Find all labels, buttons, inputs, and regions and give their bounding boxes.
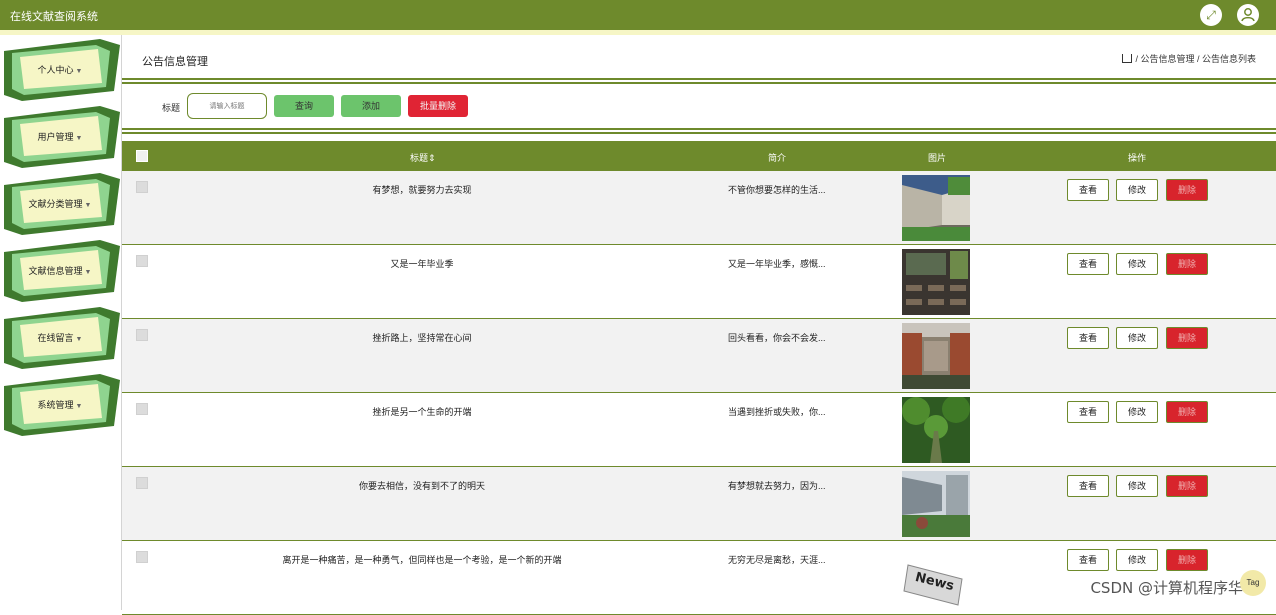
row-title: 你要去相信，没有到不了的明天 — [122, 479, 722, 492]
edit-button[interactable]: 修改 — [1116, 549, 1158, 571]
divider — [122, 128, 1276, 134]
row-image — [902, 175, 970, 241]
watermark: CSDN @计算机程序华哥 — [1090, 577, 1258, 598]
breadcrumb-text: / 公告信息管理 / 公告信息列表 — [1135, 54, 1256, 64]
home-icon[interactable] — [1122, 54, 1132, 63]
chevron-down-icon: ▼ — [85, 202, 92, 209]
sidebar-item-category-management[interactable]: 文献分类管理▼ — [2, 171, 120, 237]
sidebar-item-label: 系统管理 — [38, 400, 74, 410]
batch-delete-button[interactable]: 批量删除 — [408, 95, 468, 117]
sort-icon: ⇕ — [428, 153, 436, 163]
sidebar-item-document-management[interactable]: 文献信息管理▼ — [2, 238, 120, 304]
header-image: 图片 — [928, 151, 946, 164]
sidebar-item-label: 在线留言 — [38, 333, 74, 343]
app-title: 在线文献查阅系统 — [10, 8, 98, 24]
chevron-down-icon: ▼ — [76, 336, 83, 343]
row-intro: 当遇到挫折或失败，你... — [728, 405, 888, 418]
row-title: 离开是一种痛苦，是一种勇气，但同样也是一个考验，是一个新的开端 — [122, 553, 722, 566]
row-intro: 又是一年毕业季，感慨... — [728, 257, 888, 270]
chevron-down-icon: ▼ — [76, 68, 83, 75]
edit-button[interactable]: 修改 — [1116, 253, 1158, 275]
table-row: 有梦想，就要努力去实现 不管你想要怎样的生活... 查看 修改 删除 — [122, 171, 1276, 245]
header-title[interactable]: 标题⇕ — [410, 151, 436, 164]
row-image — [902, 249, 970, 315]
sidebar-item-label: 用户管理 — [38, 132, 74, 142]
corner-badge[interactable]: Tag — [1240, 570, 1266, 596]
query-button[interactable]: 查询 — [274, 95, 334, 117]
row-title: 有梦想，就要努力去实现 — [122, 183, 722, 196]
search-label: 标题 — [162, 101, 180, 114]
table-row: 你要去相信，没有到不了的明天 有梦想就去努力，因为... 查看 修改 删除 — [122, 467, 1276, 541]
sidebar-item-label: 文献信息管理 — [29, 266, 83, 276]
sidebar-item-personal-center[interactable]: 个人中心▼ — [2, 37, 120, 103]
table-row: 挫折是另一个生命的开端 当遇到挫折或失败，你... 查看 修改 删除 — [122, 393, 1276, 467]
row-title: 又是一年毕业季 — [122, 257, 722, 270]
edit-button[interactable]: 修改 — [1116, 401, 1158, 423]
user-icon[interactable] — [1237, 4, 1259, 26]
view-button[interactable]: 查看 — [1067, 549, 1109, 571]
header-title-label: 标题 — [410, 153, 428, 163]
row-image — [902, 471, 970, 537]
select-all-checkbox[interactable] — [136, 150, 148, 162]
row-intro: 不管你想要怎样的生活... — [728, 183, 888, 196]
row-title: 挫折是另一个生命的开端 — [122, 405, 722, 418]
row-intro: 有梦想就去努力，因为... — [728, 479, 888, 492]
table-row: 挫折路上，坚持常在心间 回头看看，你会不会发... 查看 修改 删除 — [122, 319, 1276, 393]
delete-button[interactable]: 删除 — [1166, 475, 1208, 497]
delete-button[interactable]: 删除 — [1166, 401, 1208, 423]
delete-button[interactable]: 删除 — [1166, 327, 1208, 349]
sidebar: 个人中心▼ 用户管理▼ 文献分类管理▼ 文献信息管理▼ 在线留言▼ 系统管理▼ — [0, 35, 121, 610]
header-actions: 操作 — [1128, 151, 1146, 164]
view-button[interactable]: 查看 — [1067, 327, 1109, 349]
delete-button[interactable]: 删除 — [1166, 253, 1208, 275]
table-header: 标题⇕ 简介 图片 操作 — [122, 141, 1276, 171]
edit-button[interactable]: 修改 — [1116, 327, 1158, 349]
expand-icon[interactable]: ⤢ — [1200, 4, 1222, 26]
chevron-down-icon: ▼ — [76, 403, 83, 410]
chevron-down-icon: ▼ — [85, 269, 92, 276]
row-title: 挫折路上，坚持常在心间 — [122, 331, 722, 344]
view-button[interactable]: 查看 — [1067, 475, 1109, 497]
main-content: 公告信息管理 / 公告信息管理 / 公告信息列表 标题 查询 添加 批量删除 标… — [121, 35, 1276, 610]
delete-button[interactable]: 删除 — [1166, 549, 1208, 571]
divider — [122, 78, 1276, 84]
row-image: News — [902, 545, 970, 611]
chevron-down-icon: ▼ — [76, 135, 83, 142]
search-title-input[interactable] — [187, 93, 267, 119]
sidebar-item-label: 文献分类管理 — [29, 199, 83, 209]
sidebar-item-online-message[interactable]: 在线留言▼ — [2, 305, 120, 371]
sidebar-item-label: 个人中心 — [38, 65, 74, 75]
add-button[interactable]: 添加 — [341, 95, 401, 117]
row-image — [902, 397, 970, 463]
view-button[interactable]: 查看 — [1067, 179, 1109, 201]
sidebar-item-system-management[interactable]: 系统管理▼ — [2, 372, 120, 438]
row-intro: 回头看看，你会不会发... — [728, 331, 888, 344]
sidebar-item-user-management[interactable]: 用户管理▼ — [2, 104, 120, 170]
top-bar: 在线文献查阅系统 ⤢ — [0, 0, 1276, 30]
edit-button[interactable]: 修改 — [1116, 179, 1158, 201]
page-title: 公告信息管理 — [142, 53, 208, 69]
row-image — [902, 323, 970, 389]
row-intro: 无穷无尽是离愁，天涯... — [728, 553, 888, 566]
edit-button[interactable]: 修改 — [1116, 475, 1158, 497]
view-button[interactable]: 查看 — [1067, 253, 1109, 275]
header-intro: 简介 — [768, 151, 786, 164]
view-button[interactable]: 查看 — [1067, 401, 1109, 423]
breadcrumb: / 公告信息管理 / 公告信息列表 — [1122, 52, 1256, 65]
delete-button[interactable]: 删除 — [1166, 179, 1208, 201]
table-row: 又是一年毕业季 又是一年毕业季，感慨... 查看 修改 删除 — [122, 245, 1276, 319]
